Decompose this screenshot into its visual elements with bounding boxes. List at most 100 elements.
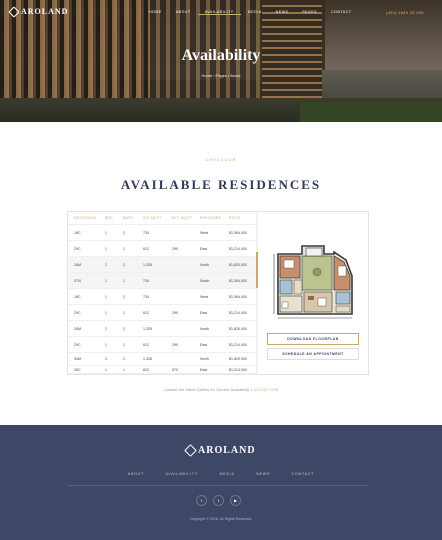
table-cell: 570: [172, 368, 178, 372]
nav-item-home[interactable]: HOME: [142, 10, 169, 15]
table-cell: 812: [143, 343, 149, 347]
column-header[interactable]: RESIDENCE: [74, 216, 96, 220]
table-cell: West: [200, 231, 209, 235]
table-cell: 29C: [74, 311, 81, 315]
table-cell: East: [200, 343, 208, 347]
table-cell: East: [200, 247, 208, 251]
table-cell: $1,394,000: [229, 295, 247, 299]
table-cell: 2: [123, 295, 125, 299]
table-cell: 1,335: [143, 263, 152, 267]
table-cell: 1: [105, 279, 107, 283]
schedule-appointment-button[interactable]: SCHEDULE AN APPOINTMENT: [267, 348, 359, 360]
nav-item-about[interactable]: ABOUT: [169, 10, 198, 15]
footer: AROLAND ABOUT · AVAILABILITY · MEDIA · N…: [0, 425, 442, 540]
table-cell: 1: [105, 311, 107, 315]
contact-text: Contact the Sales Gallery for Current Av…: [163, 387, 250, 392]
table-cell: East: [200, 368, 208, 372]
table-cell: 1: [123, 311, 125, 315]
column-header[interactable]: BATH: [123, 216, 133, 220]
column-header[interactable]: EXT SQ.FT: [172, 216, 192, 220]
footer-logo[interactable]: AROLAND: [184, 444, 256, 457]
table-cell: 34M: [74, 357, 81, 361]
table-cell: $1,214,000: [229, 368, 247, 372]
table-cell: 1: [105, 295, 107, 299]
table-cell: 29C: [74, 247, 81, 251]
footer-nav-news[interactable]: NEWS: [246, 472, 280, 476]
floorplan-panel: DOWNLOAD FLOORPLAN SCHEDULE AN APPOINTME…: [258, 212, 368, 374]
table-cell: 1: [105, 231, 107, 235]
table-cell: $1,214,000: [229, 311, 247, 315]
table-cell: 734: [143, 279, 149, 283]
header-phone[interactable]: (404) 1840 33 000: [386, 10, 424, 15]
table-row[interactable]: 34M 2 2 1,335 North $1,820,000: [68, 321, 256, 337]
table-cell: $1,394,000: [229, 231, 247, 235]
column-header[interactable]: BED: [105, 216, 113, 220]
logo-text: AROLAND: [21, 7, 69, 16]
table-cell: $1,394,000: [229, 279, 247, 283]
table-cell: 290: [172, 247, 178, 251]
section-eyebrow: CHECKOUR: [205, 157, 237, 162]
table-row[interactable]: 29C 1 1 812 290 East $1,214,000: [68, 241, 256, 257]
footer-nav-contact[interactable]: CONTACT: [282, 472, 325, 476]
logo-mark-icon: [184, 444, 197, 457]
table-cell: 34M: [74, 327, 81, 331]
table-cell: 2: [123, 231, 125, 235]
table-cell: 1: [105, 368, 107, 372]
table-cell: 1: [123, 247, 125, 251]
hero-banner: AROLAND HOME ABOUT AVAILABILITY MEDIA NE…: [0, 0, 442, 122]
contact-line: Contact the Sales Gallery for Current Av…: [0, 387, 442, 392]
table-cell: North: [200, 327, 209, 331]
footer-divider: [67, 485, 369, 486]
table-row[interactable]: 07N 1 1 734 South $1,394,000: [68, 273, 256, 289]
footer-nav-about[interactable]: ABOUT: [118, 472, 154, 476]
table-cell: 2: [123, 263, 125, 267]
table-cell: 34M: [74, 263, 81, 267]
table-cell: $1,214,000: [229, 247, 247, 251]
table-cell: 734: [143, 295, 149, 299]
download-floorplan-button[interactable]: DOWNLOAD FLOORPLAN: [267, 333, 359, 345]
youtube-icon[interactable]: ▶: [230, 495, 241, 506]
units-table: RESIDENCE BED BATH INT SQ.FT EXT SQ.FT E…: [68, 212, 256, 374]
table-cell: 1: [105, 247, 107, 251]
twitter-icon[interactable]: t: [213, 495, 224, 506]
table-cell: 734: [143, 231, 149, 235]
table-cell: 1: [123, 368, 125, 372]
table-cell: 2: [123, 357, 125, 361]
table-cell: $1,820,000: [229, 327, 247, 331]
social-links: f t ▶: [196, 495, 241, 506]
nav-item-pages[interactable]: PAGES: [295, 10, 324, 15]
table-row[interactable]: 19C 1 2 734 West $1,394,000: [68, 225, 256, 241]
column-header[interactable]: PRICE: [229, 216, 241, 220]
footer-nav-availability[interactable]: AVAILABILITY: [155, 472, 208, 476]
table-cell: 19C: [74, 231, 81, 235]
header-logo[interactable]: AROLAND: [8, 5, 69, 18]
contact-phone-link[interactable]: 1.212.237.2725: [250, 387, 278, 392]
column-header[interactable]: INT SQ.FT: [143, 216, 162, 220]
table-cell: South: [200, 279, 210, 283]
facebook-icon[interactable]: f: [196, 495, 207, 506]
nav-item-availability[interactable]: AVAILABILITY: [197, 10, 241, 15]
column-header[interactable]: EXPOSURE: [200, 216, 221, 220]
table-row[interactable]: 29C 1 1 812 290 East $1,214,000: [68, 337, 256, 353]
table-cell: 2: [123, 327, 125, 331]
table-cell: 29C: [74, 343, 81, 347]
table-row[interactable]: 34M 2 2 1,335 North $1,820,000: [68, 353, 256, 366]
availability-card: RESIDENCE BED BATH INT SQ.FT EXT SQ.FT E…: [67, 211, 369, 375]
nav-item-contact[interactable]: CONTACT: [324, 10, 359, 15]
table-row[interactable]: 29C 1 1 812 290 East $1,214,000: [68, 305, 256, 321]
table-row[interactable]: 29C 1 1 812 570 East $1,214,000: [68, 366, 256, 374]
table-cell: North: [200, 357, 209, 361]
table-cell: 19C: [74, 295, 81, 299]
table-cell: 812: [143, 368, 149, 372]
copyright: Copyright © 2018. All Rights Reserved.: [189, 517, 253, 521]
main-nav: HOME ABOUT AVAILABILITY MEDIA NEWS PAGES…: [142, 10, 359, 15]
nav-item-media[interactable]: MEDIA: [241, 10, 269, 15]
table-cell: 1: [105, 343, 107, 347]
table-row[interactable]: 19C 1 2 734 West $1,394,000: [68, 289, 256, 305]
table-row[interactable]: 34M 2 2 1,335 North $1,820,000: [68, 257, 256, 273]
nav-item-news[interactable]: NEWS: [269, 10, 296, 15]
floorplan-image[interactable]: [272, 242, 354, 324]
footer-nav-media[interactable]: MEDIA: [209, 472, 244, 476]
table-cell: 290: [172, 343, 178, 347]
logo-mark-icon: [8, 5, 20, 18]
